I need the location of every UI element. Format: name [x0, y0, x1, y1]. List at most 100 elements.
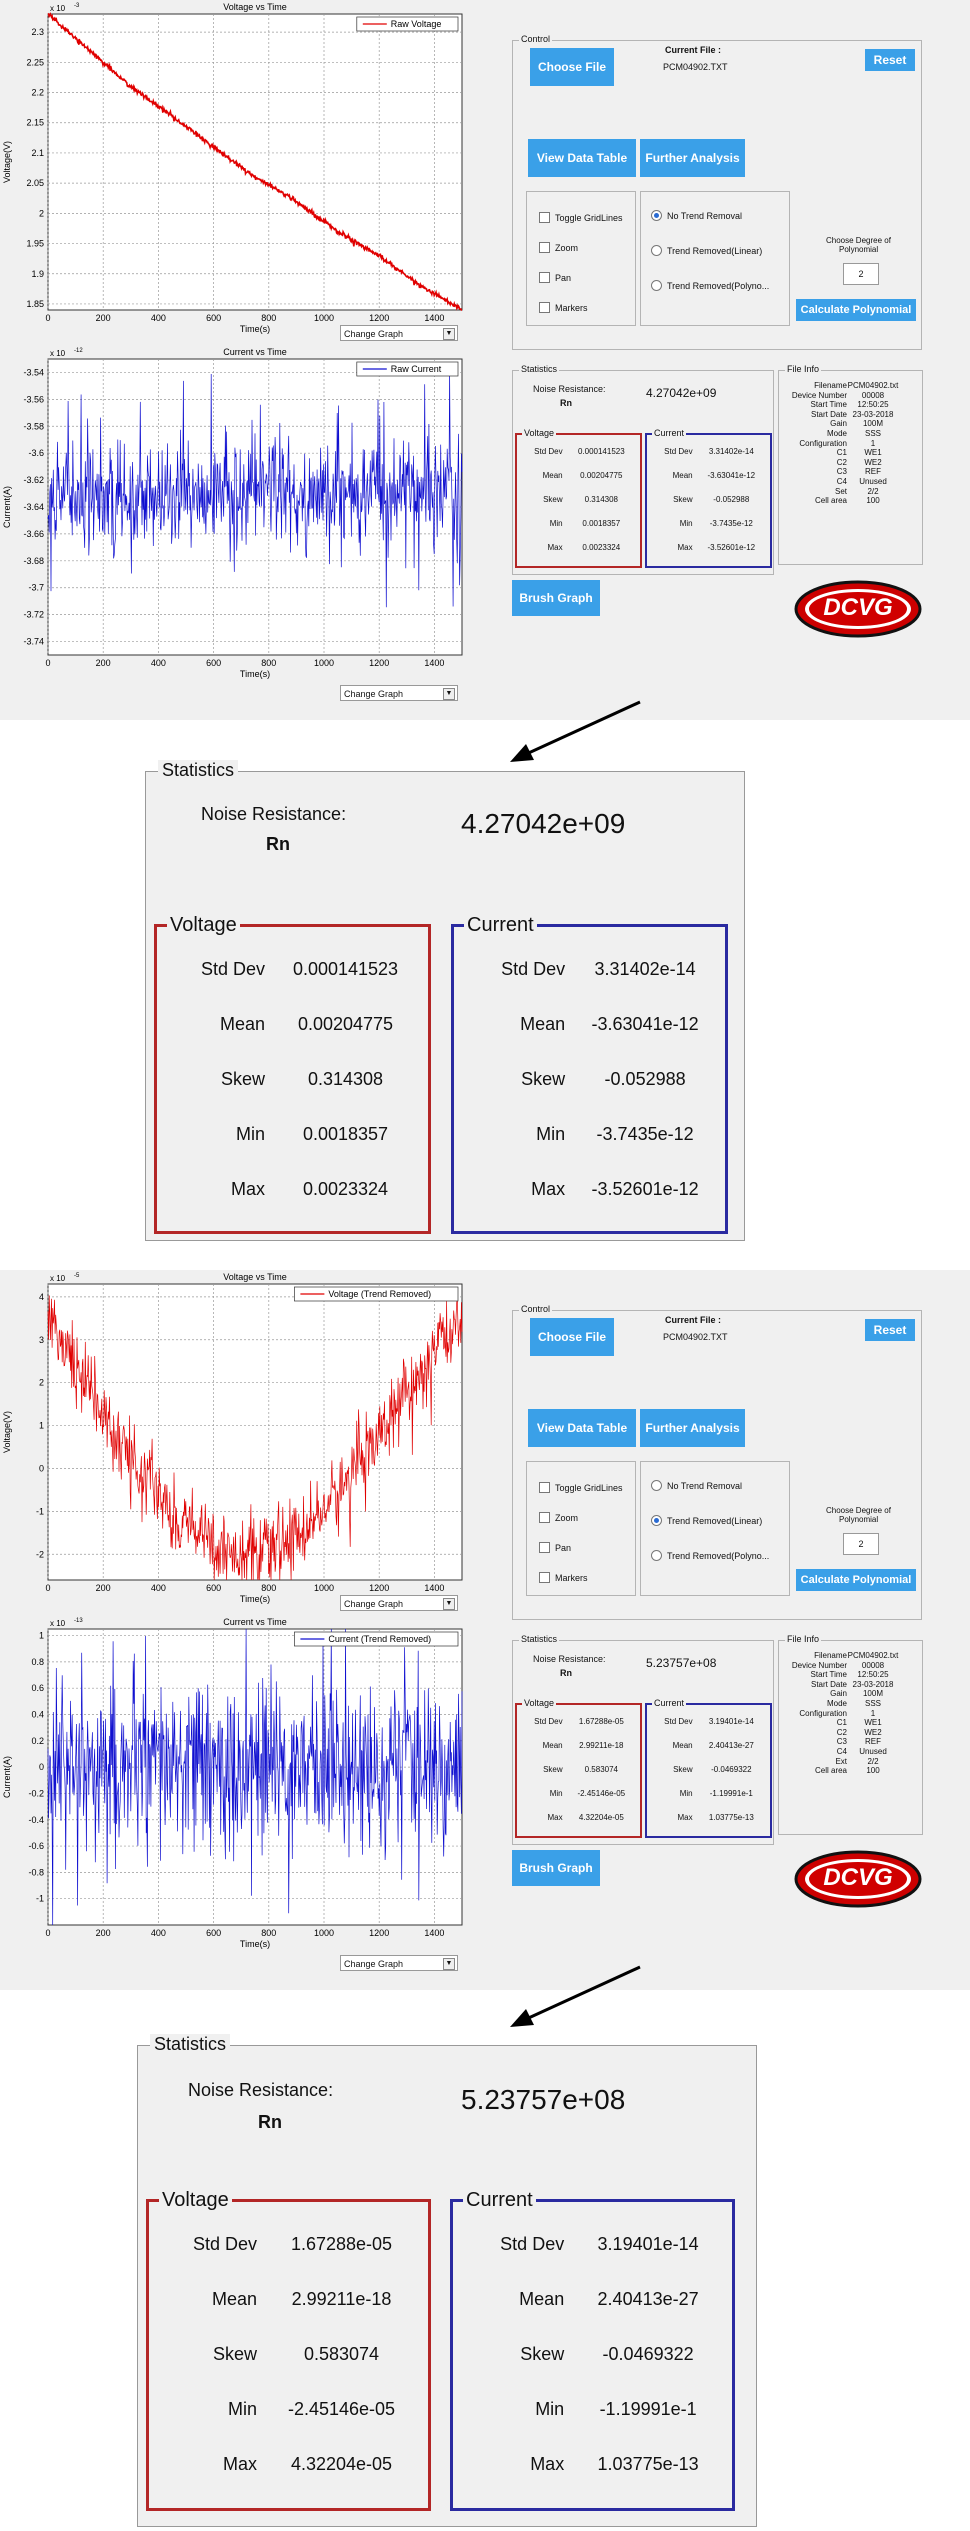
radio-trend-poly[interactable]: Trend Removed(Polyno...: [651, 1550, 769, 1561]
brush-graph-button[interactable]: Brush Graph: [512, 1850, 600, 1886]
file-info-value: SSS: [864, 1698, 881, 1708]
file-info-table: Filename Device Number Start Time Start Dat…: [789, 381, 899, 506]
zoom-stat-value: 1.67288e-05: [290, 2234, 393, 2254]
change-graph-select[interactable]: Change Graph ▼: [340, 685, 458, 701]
file-info-key: Set: [834, 486, 847, 496]
dcvg-logo: DCVG: [793, 1850, 923, 1908]
y-tick-label: 1.95: [26, 239, 44, 249]
checkbox-box[interactable]: [539, 302, 550, 313]
radio-button[interactable]: [651, 280, 662, 291]
control-panel: Control Choose File Current File : PCM04…: [512, 34, 922, 350]
checkbox-box[interactable]: [539, 1512, 550, 1523]
checkbox-box[interactable]: [539, 1542, 550, 1553]
checkbox-gridlines[interactable]: Toggle GridLines: [539, 212, 623, 223]
current-file-label: Current File :: [665, 45, 722, 55]
radio-trend-none[interactable]: No Trend Removal: [651, 1480, 742, 1491]
file-info-key: C1: [836, 448, 847, 458]
file-info-value: 12:50:25: [857, 400, 889, 410]
stat-row: Mean 2.99211e-18: [517, 1741, 640, 1750]
change-graph-select[interactable]: Change Graph ▼: [340, 1595, 458, 1611]
chart-svg[interactable]: 0 200 400 600 800 1000 1200 1400 4 3 2 1 0 -1 -2 Voltag…: [0, 1270, 470, 1610]
y-tick-label: 2.05: [26, 178, 44, 188]
file-info-value: 100M: [862, 419, 883, 429]
radio-trend-none[interactable]: No Trend Removal: [651, 210, 742, 221]
statistics-caption: Statistics: [519, 1634, 560, 1644]
calculate-polynomial-button[interactable]: Calculate Polynomial: [796, 1569, 916, 1591]
degree-input[interactable]: 2: [843, 263, 879, 285]
stat-row: Min -1.19991e-1: [647, 1789, 770, 1798]
checkbox-label: Toggle GridLines: [555, 212, 623, 223]
reset-button[interactable]: Reset: [865, 1319, 915, 1341]
radio-button[interactable]: [651, 210, 662, 221]
reset-button[interactable]: Reset: [865, 49, 915, 71]
x-tick-label: 200: [96, 313, 111, 323]
checkbox-pan[interactable]: Pan: [539, 272, 571, 283]
radio-label: No Trend Removal: [667, 210, 743, 221]
chart-svg[interactable]: 0 200 400 600 800 1000 1200 1400 2.3 2.25 2.2 2.15 2…: [0, 0, 470, 340]
plot-area[interactable]: [47, 358, 463, 656]
current-file-label: Current File :: [665, 1315, 722, 1325]
checkbox-markers[interactable]: Markers: [539, 302, 588, 313]
stat-key: Min: [679, 519, 693, 528]
chart-svg[interactable]: 0 200 400 600 800 1000 1200 1400 -3.54 -3.56 -3.58…: [0, 345, 470, 685]
checkbox-box[interactable]: [539, 242, 550, 253]
chevron-down-icon: ▼: [443, 688, 455, 700]
stat-value: 0.0018357: [582, 519, 621, 528]
file-info-key: Device Number: [791, 390, 847, 400]
zoom-rn-label: Rn: [266, 834, 290, 854]
plot-area[interactable]: [47, 13, 463, 311]
change-graph-select[interactable]: Change Graph ▼: [340, 325, 458, 341]
radio-trend-poly[interactable]: Trend Removed(Polyno...: [651, 280, 769, 291]
stat-row: Max -3.52601e-12: [647, 543, 770, 552]
checkbox-box[interactable]: [539, 1482, 550, 1493]
degree-label: Choose Degree of: [826, 1506, 891, 1515]
brush-graph-button[interactable]: Brush Graph: [512, 580, 600, 616]
checkbox-box[interactable]: [539, 272, 550, 283]
radio-button[interactable]: [651, 1550, 662, 1561]
stat-key: Mean: [542, 1741, 563, 1750]
checkbox-box[interactable]: [539, 1572, 550, 1583]
y-exponent-label: x 10: [50, 1619, 66, 1628]
y-tick-label: -1: [36, 1506, 44, 1516]
zoom-stat-row: Min -3.7435e-12: [454, 1124, 725, 1145]
choose-file-button[interactable]: Choose File: [530, 48, 614, 86]
calculate-polynomial-button[interactable]: Calculate Polynomial: [796, 299, 916, 321]
checkbox-pan[interactable]: Pan: [539, 1542, 571, 1553]
checkbox-zoom[interactable]: Zoom: [539, 1512, 578, 1523]
further-analysis-button[interactable]: Further Analysis: [640, 1409, 745, 1447]
view-data-table-button[interactable]: View Data Table: [528, 1409, 636, 1447]
file-info-value: REF: [865, 467, 881, 477]
checkbox-box[interactable]: [539, 212, 550, 223]
checkbox-markers[interactable]: Markers: [539, 1572, 588, 1583]
radio-button[interactable]: [651, 1480, 662, 1491]
zoom-stat-value: -3.63041e-12: [591, 1014, 699, 1034]
radio-trend-linear[interactable]: Trend Removed(Linear): [651, 1515, 762, 1526]
radio-button[interactable]: [651, 1515, 662, 1526]
zoom-current-stats: Current Std Dev 3.31402e-14 Mean -3.63041e-1…: [451, 914, 728, 1234]
file-info-value: REF: [865, 1737, 881, 1747]
stat-value: 3.31402e-14: [708, 447, 754, 456]
stat-row: Std Dev 3.19401e-14: [647, 1717, 770, 1726]
stat-row: Mean 0.00204775: [517, 471, 640, 480]
radio-button[interactable]: [651, 245, 662, 256]
zoom-stat-value: 0.583074: [303, 2344, 380, 2364]
current-plot: 0 200 400 600 800 1000 1200 1400 -3.54 -3.56 -3.58…: [0, 345, 470, 701]
y-tick-label: -0.8: [28, 1867, 44, 1877]
x-tick-label: 1000: [314, 1583, 334, 1593]
zoom-noise-resistance-label: Noise Resistance:: [201, 804, 347, 824]
choose-file-button[interactable]: Choose File: [530, 1318, 614, 1356]
control-caption: Control: [519, 34, 553, 44]
checkbox-zoom[interactable]: Zoom: [539, 242, 578, 253]
y-tick-label: -2: [36, 1549, 44, 1559]
degree-input[interactable]: 2: [843, 1533, 879, 1555]
change-graph-select[interactable]: Change Graph ▼: [340, 1955, 458, 1971]
view-data-table-button[interactable]: View Data Table: [528, 139, 636, 177]
x-tick-label: 600: [206, 1583, 221, 1593]
chart-svg[interactable]: 0 200 400 600 800 1000 1200 1400 1 0.8 0.6 0.4 0.2 0 -…: [0, 1615, 470, 1955]
y-tick-label: -3.56: [23, 394, 44, 404]
further-analysis-button[interactable]: Further Analysis: [640, 139, 745, 177]
zoom-stat-key: Max: [222, 2454, 257, 2474]
radio-trend-linear[interactable]: Trend Removed(Linear): [651, 245, 762, 256]
checkbox-gridlines[interactable]: Toggle GridLines: [539, 1482, 623, 1493]
zoom-stat-key: Mean: [519, 2289, 565, 2309]
